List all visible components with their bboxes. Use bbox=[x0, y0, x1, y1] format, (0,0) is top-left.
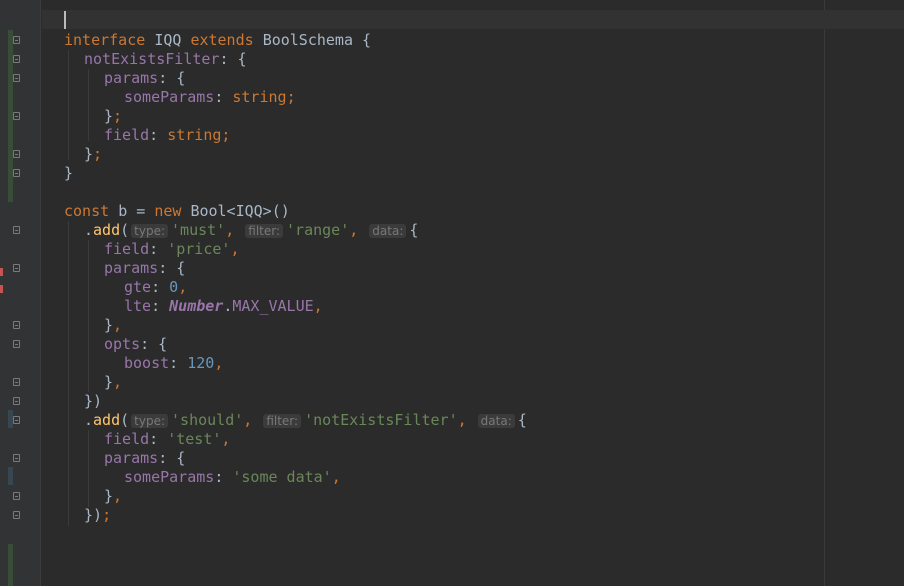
parameter-hint: data: bbox=[369, 224, 407, 238]
code-line[interactable]: lte: Number.MAX_VALUE, bbox=[124, 297, 323, 316]
fold-toggle-icon[interactable] bbox=[13, 492, 20, 500]
property: params bbox=[104, 449, 159, 467]
code-line[interactable]: }; bbox=[84, 145, 102, 164]
indent-guide bbox=[68, 50, 69, 160]
fold-toggle-icon[interactable] bbox=[13, 36, 20, 44]
fold-toggle-icon[interactable] bbox=[13, 397, 20, 405]
keyword: interface bbox=[64, 31, 146, 49]
code-line[interactable]: }); bbox=[84, 506, 111, 525]
string-literal: 'price' bbox=[167, 240, 231, 258]
code-line[interactable]: field: 'test', bbox=[104, 430, 230, 449]
class-name: Number bbox=[169, 297, 224, 315]
fold-toggle-icon[interactable] bbox=[13, 55, 20, 63]
code-line[interactable]: } bbox=[64, 164, 73, 183]
string-literal: 'some data' bbox=[232, 468, 332, 486]
parameter-hint: data: bbox=[477, 414, 515, 428]
property: opts bbox=[104, 335, 141, 353]
code-line[interactable]: }, bbox=[104, 373, 122, 392]
property: someParams bbox=[124, 468, 215, 486]
indent-guide bbox=[68, 221, 69, 526]
identifier: IQQ bbox=[154, 31, 182, 49]
number-literal: 120 bbox=[187, 354, 215, 372]
code-line[interactable]: interface IQQ extends BoolSchema { bbox=[64, 31, 371, 50]
property: boost bbox=[124, 354, 170, 372]
fold-toggle-icon[interactable] bbox=[13, 264, 20, 272]
identifier: Bool<IQQ>() bbox=[190, 202, 290, 220]
string-literal: 'must' bbox=[171, 221, 226, 239]
method-name: add bbox=[93, 411, 121, 429]
indent-guide bbox=[88, 430, 89, 507]
parameter-hint: filter: bbox=[245, 224, 284, 238]
fold-toggle-icon[interactable] bbox=[13, 340, 20, 348]
code-line[interactable]: .add(type:'should', filter:'notExistsFil… bbox=[84, 411, 527, 430]
string-literal: 'range' bbox=[286, 221, 350, 239]
keyword: extends bbox=[190, 31, 254, 49]
identifier: BoolSchema bbox=[262, 31, 353, 49]
fold-toggle-icon[interactable] bbox=[13, 511, 20, 519]
code-line[interactable]: params: { bbox=[104, 449, 185, 468]
fold-toggle-icon[interactable] bbox=[13, 321, 20, 329]
fold-toggle-icon[interactable] bbox=[13, 169, 20, 177]
fold-toggle-icon[interactable] bbox=[13, 112, 20, 120]
property: lte bbox=[124, 297, 152, 315]
parameter-hint: filter: bbox=[263, 414, 302, 428]
code-line[interactable]: }, bbox=[104, 487, 122, 506]
identifier: b bbox=[118, 202, 128, 220]
text-caret bbox=[64, 11, 66, 29]
property: notExistsFilter bbox=[84, 50, 220, 68]
keyword: const bbox=[64, 202, 110, 220]
fold-toggle-icon[interactable] bbox=[13, 454, 20, 462]
property: someParams bbox=[124, 88, 215, 106]
code-line[interactable]: .add(type:'must', filter:'range', data:{ bbox=[84, 221, 418, 240]
property: field bbox=[104, 240, 150, 258]
parameter-hint: type: bbox=[131, 224, 169, 238]
property: field bbox=[104, 430, 150, 448]
type-keyword: string bbox=[167, 126, 222, 144]
vcs-added-marker[interactable] bbox=[8, 544, 13, 586]
property: params bbox=[104, 259, 159, 277]
property: params bbox=[104, 69, 159, 87]
fold-toggle-icon[interactable] bbox=[13, 74, 20, 82]
code-line[interactable]: params: { bbox=[104, 69, 185, 88]
fold-toggle-icon[interactable] bbox=[13, 378, 20, 386]
method-name: add bbox=[93, 221, 121, 239]
fold-toggle-icon[interactable] bbox=[13, 226, 20, 234]
code-line[interactable]: field: 'price', bbox=[104, 240, 239, 259]
string-literal: 'notExistsFilter' bbox=[304, 411, 458, 429]
right-margin-guide bbox=[824, 0, 825, 586]
indent-guide bbox=[88, 240, 89, 392]
type-keyword: string bbox=[232, 88, 287, 106]
vcs-modified-marker[interactable] bbox=[8, 467, 13, 485]
property: gte bbox=[124, 278, 152, 296]
number-literal: 0 bbox=[169, 278, 179, 296]
keyword: new bbox=[154, 202, 182, 220]
string-literal: 'test' bbox=[167, 430, 222, 448]
code-line[interactable]: someParams: 'some data', bbox=[124, 468, 341, 487]
constant: MAX_VALUE bbox=[232, 297, 314, 315]
code-line[interactable]: params: { bbox=[104, 259, 185, 278]
code-line[interactable]: const b = new Bool<IQQ>() bbox=[64, 202, 290, 221]
code-editor[interactable]: interface IQQ extends BoolSchema { notEx… bbox=[0, 0, 904, 586]
code-line[interactable]: notExistsFilter: { bbox=[84, 50, 247, 69]
code-line[interactable]: boost: 120, bbox=[124, 354, 223, 373]
code-line[interactable]: }) bbox=[84, 392, 102, 411]
parameter-hint: type: bbox=[131, 414, 169, 428]
fold-toggle-icon[interactable] bbox=[13, 150, 20, 158]
code-line[interactable]: field: string; bbox=[104, 126, 230, 145]
code-line[interactable]: someParams: string; bbox=[124, 88, 296, 107]
warning-marker bbox=[0, 268, 3, 276]
property: field bbox=[104, 126, 150, 144]
code-line[interactable]: opts: { bbox=[104, 335, 167, 354]
code-line[interactable]: }; bbox=[104, 107, 122, 126]
code-line[interactable]: gte: 0, bbox=[124, 278, 187, 297]
current-line-highlight bbox=[42, 10, 904, 29]
string-literal: 'should' bbox=[171, 411, 244, 429]
fold-toggle-icon[interactable] bbox=[13, 416, 20, 424]
warning-marker bbox=[0, 285, 3, 293]
code-line[interactable]: }, bbox=[104, 316, 122, 335]
editor-gutter bbox=[0, 0, 41, 586]
indent-guide bbox=[88, 69, 89, 141]
